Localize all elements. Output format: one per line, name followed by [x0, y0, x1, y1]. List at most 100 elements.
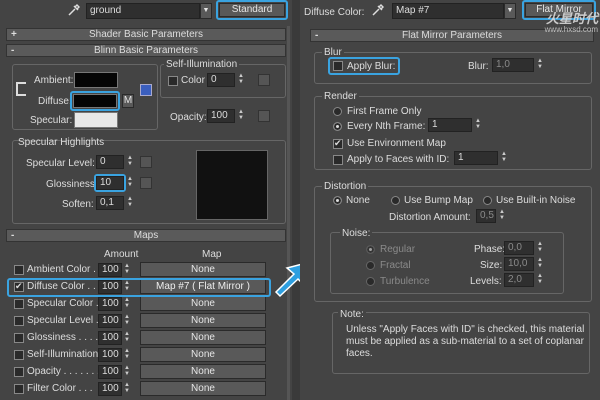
blinn-rollout-header[interactable]: - Blinn Basic Parameters: [6, 44, 286, 57]
size-spinner[interactable]: ▲ ▼: [537, 257, 543, 269]
map-row-amount[interactable]: 100: [98, 314, 122, 328]
every-nth-radio[interactable]: [333, 122, 342, 131]
map-row-spinner[interactable]: ▲ ▼: [124, 365, 130, 377]
eyedropper-icon[interactable]: [370, 3, 385, 17]
glossiness-label: Glossiness:: [46, 179, 98, 190]
distortion-amount-spinner[interactable]: ▲ ▼: [499, 209, 505, 221]
map-row-spinner[interactable]: ▲ ▼: [124, 314, 130, 326]
every-nth-label: Every Nth Frame:: [347, 121, 426, 132]
map-row-map-button[interactable]: None: [140, 330, 266, 345]
material-name-field[interactable]: ground: [86, 3, 200, 19]
apply-blur-checkbox[interactable]: [333, 61, 343, 71]
map-row: Filter Color . . . 100 ▲ ▼ None: [10, 381, 286, 397]
hxsd-logo: 火星时代 www.hxsd.com: [518, 8, 598, 34]
distortion-bump-radio[interactable]: [391, 196, 400, 205]
noise-fractal-radio[interactable]: [366, 261, 375, 270]
distortion-amount-value[interactable]: 0,5: [476, 209, 496, 223]
map-row-name: Glossiness . . . . .: [27, 332, 104, 343]
specular-swatch[interactable]: [74, 112, 118, 128]
maps-rollout-header[interactable]: - Maps: [6, 229, 286, 242]
noise-turbulence-radio[interactable]: [366, 277, 375, 286]
size-value[interactable]: 10,0: [504, 257, 534, 271]
map-row-map-button[interactable]: None: [140, 347, 266, 362]
map-row-spinner[interactable]: ▲ ▼: [124, 348, 130, 360]
diffuse-map-button[interactable]: M: [122, 94, 134, 108]
diffuse-color-label: Diffuse Color:: [304, 7, 365, 18]
apply-faces-value[interactable]: 1: [454, 151, 498, 165]
map-row-checkbox[interactable]: [14, 367, 24, 377]
self-illum-title: Self-Illumination: [164, 59, 240, 70]
distortion-none-radio[interactable]: [333, 196, 342, 205]
hxsd-url: www.hxsd.com: [544, 25, 598, 34]
glossiness-spinner[interactable]: ▲ ▼: [127, 176, 133, 188]
eyedropper-icon[interactable]: [66, 3, 81, 17]
levels-value[interactable]: 2,0: [504, 273, 534, 287]
map-row-amount[interactable]: 100: [98, 382, 122, 396]
noise-regular-radio[interactable]: [366, 245, 375, 254]
map-row-spinner[interactable]: ▲ ▼: [124, 331, 130, 343]
map-name-field[interactable]: Map #7: [392, 3, 504, 19]
map-row-checkbox[interactable]: [14, 384, 24, 394]
shader-rollout-header[interactable]: + Shader Basic Parameters: [6, 28, 286, 41]
map-name-dropdown[interactable]: ▼: [504, 3, 516, 19]
render-title: Render: [322, 91, 359, 102]
map-row-map-button[interactable]: None: [140, 296, 266, 311]
spec-level-spinner[interactable]: ▲ ▼: [127, 155, 133, 167]
left-scrollbar[interactable]: [287, 26, 290, 400]
every-nth-value[interactable]: 1: [428, 118, 472, 132]
map-row-checkbox[interactable]: [14, 299, 24, 309]
distortion-builtin-radio[interactable]: [483, 196, 492, 205]
glossiness-map-button[interactable]: [140, 177, 152, 189]
ambient-swatch[interactable]: [74, 72, 118, 88]
phase-value[interactable]: 0,0: [504, 241, 534, 255]
map-row-amount[interactable]: 100: [98, 263, 122, 277]
distortion-amount-label: Distortion Amount:: [389, 212, 471, 223]
soften-spinner[interactable]: ▲ ▼: [127, 196, 133, 208]
lock-icon[interactable]: [16, 82, 26, 96]
map-row-spinner[interactable]: ▲ ▼: [124, 382, 130, 394]
left-material-panel: ground ▼ Standard + Shader Basic Paramet…: [0, 0, 290, 400]
reset-map-icon[interactable]: [140, 84, 152, 96]
map-row-spinner[interactable]: ▲ ▼: [124, 297, 130, 309]
self-illum-map-button[interactable]: [258, 74, 270, 86]
first-frame-radio[interactable]: [333, 107, 342, 116]
diffuse-swatch[interactable]: [73, 94, 117, 108]
material-name-dropdown[interactable]: ▼: [200, 3, 212, 19]
map-row-checkbox[interactable]: [14, 265, 24, 275]
map-row-checkbox[interactable]: [14, 350, 24, 360]
blur-value[interactable]: 1,0: [492, 58, 534, 72]
map-row-checkbox[interactable]: [14, 333, 24, 343]
map-row: Opacity . . . . . . . 100 ▲ ▼ None: [10, 364, 286, 380]
map-row-spinner[interactable]: ▲ ▼: [124, 263, 130, 275]
map-row-amount[interactable]: 100: [98, 365, 122, 379]
glossiness-value[interactable]: 10: [96, 176, 124, 190]
every-nth-spinner[interactable]: ▲ ▼: [475, 118, 481, 130]
opacity-map-button[interactable]: [258, 110, 270, 122]
specular-highlights-title: Specular Highlights: [18, 137, 105, 148]
phase-spinner[interactable]: ▲ ▼: [537, 241, 543, 253]
apply-faces-spinner[interactable]: ▲ ▼: [501, 151, 507, 163]
map-row-map-button[interactable]: None: [140, 262, 266, 277]
soften-value[interactable]: 0,1: [96, 196, 124, 210]
material-type-button[interactable]: Standard: [219, 3, 285, 17]
map-row-amount[interactable]: 100: [98, 348, 122, 362]
blur-spinner[interactable]: ▲ ▼: [537, 58, 543, 70]
use-env-map-checkbox[interactable]: [333, 138, 343, 149]
opacity-value[interactable]: 100: [207, 109, 235, 123]
map-row-amount[interactable]: 100: [98, 297, 122, 311]
spec-level-map-button[interactable]: [140, 156, 152, 168]
opacity-spinner[interactable]: ▲ ▼: [238, 109, 244, 121]
apply-faces-checkbox[interactable]: [333, 155, 343, 165]
map-row-checkbox[interactable]: [14, 316, 24, 326]
map-row-map-button[interactable]: None: [140, 364, 266, 379]
map-row-map-button[interactable]: None: [140, 313, 266, 328]
levels-spinner[interactable]: ▲ ▼: [537, 273, 543, 285]
self-illum-value[interactable]: 0: [207, 73, 235, 87]
map-row: Self-Illumination . 100 ▲ ▼ None: [10, 347, 286, 363]
map-row-amount[interactable]: 100: [98, 331, 122, 345]
collapse-icon: -: [315, 30, 319, 41]
self-illum-spinner[interactable]: ▲ ▼: [238, 73, 244, 85]
spec-level-value[interactable]: 0: [96, 155, 124, 169]
self-illum-color-checkbox[interactable]: [168, 76, 178, 86]
map-row-map-button[interactable]: None: [140, 381, 266, 396]
